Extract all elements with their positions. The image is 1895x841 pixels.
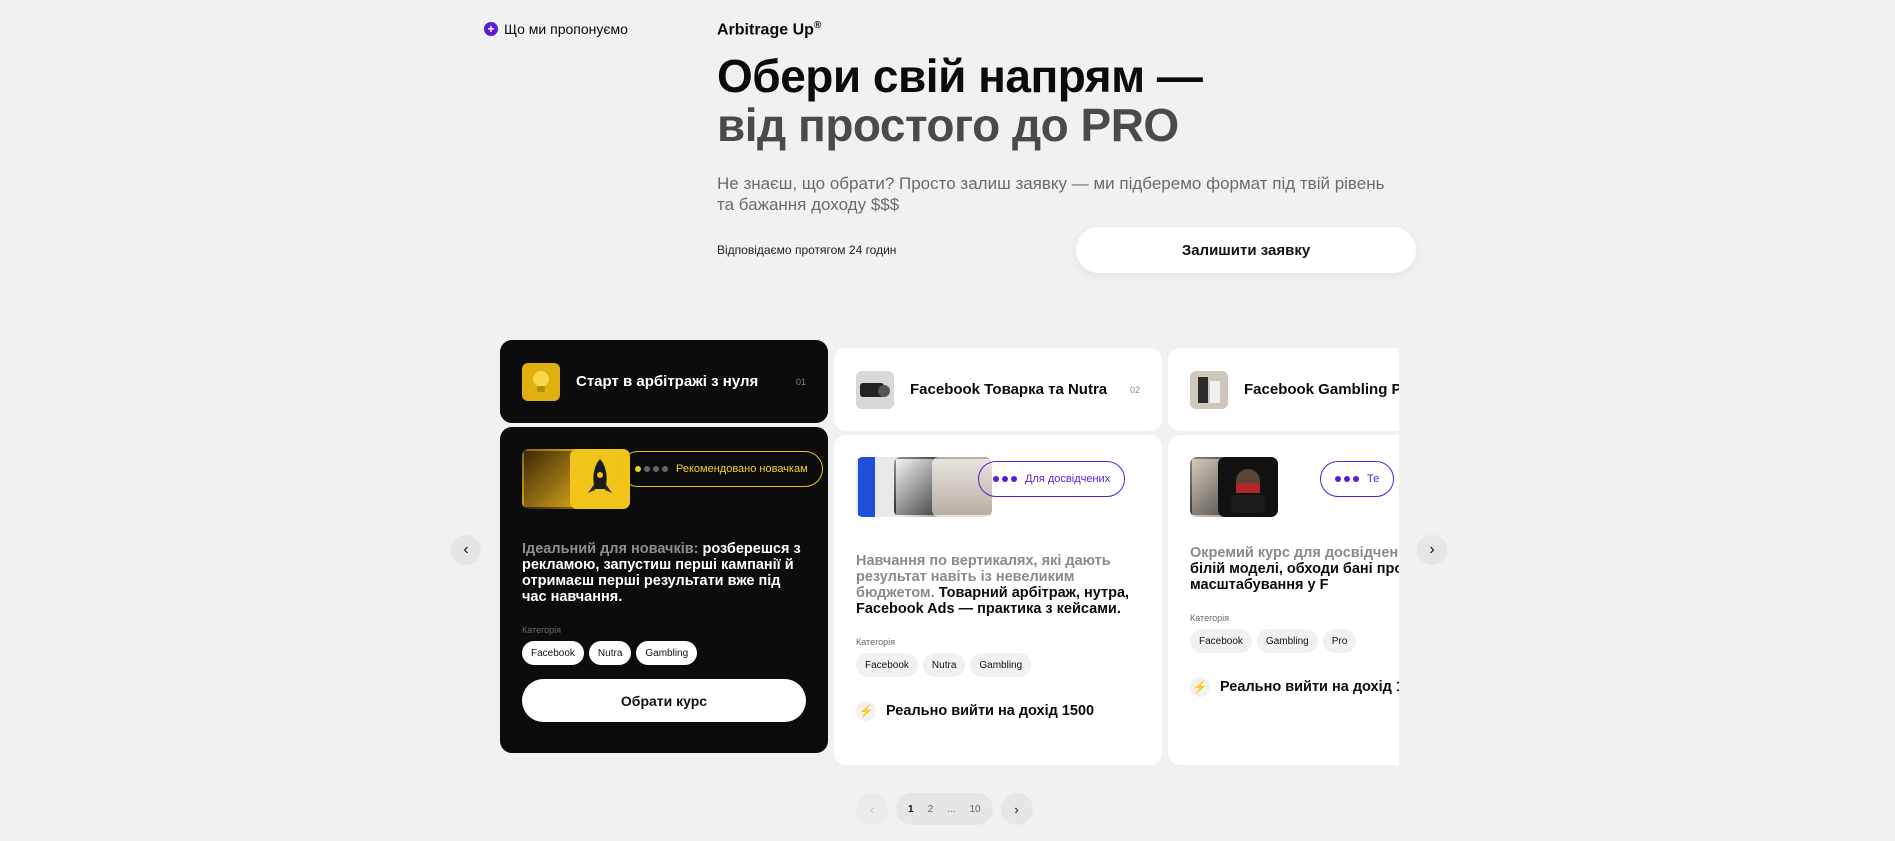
level-badge: Те — [1320, 461, 1395, 497]
response-note: Відповідаємо протягом 24 годин — [717, 243, 897, 257]
category-chips: Facebook Nutra Gambling — [856, 653, 1140, 677]
income-line: ⚡ Реально вийти на дохід 1500 — [856, 701, 1140, 721]
page-link-1[interactable]: 1 — [908, 804, 914, 815]
course-carousel: Старт в арбітражі з нуля 01 Рекомендован… — [500, 340, 1399, 765]
course-description: Окремий курс для досвідчених сірій/білій… — [1190, 545, 1399, 593]
lightning-icon: ⚡ — [1190, 677, 1210, 697]
category-chip: Gambling — [970, 653, 1032, 677]
category-chips: Facebook Gambling Pro — [1190, 629, 1399, 653]
course-card-header[interactable]: Старт в арбітражі з нуля 01 — [500, 340, 828, 423]
pagination-prev-button[interactable]: ‹ — [856, 793, 888, 825]
categories-label: Категорія — [856, 637, 896, 647]
course-number: 01 — [795, 376, 806, 387]
category-chip: Gambling — [636, 641, 698, 665]
section-eyebrow: + Що ми пропонуємо — [484, 21, 628, 37]
course-title: Старт в арбітражі з нуля — [576, 373, 759, 390]
course-title: Facebook Товарка та Nutra — [910, 381, 1108, 398]
course-thumbnail — [522, 362, 560, 401]
course-card-header[interactable]: Facebook Gambling Pro — [1168, 348, 1399, 431]
page-title-line-2: від простого до PRO — [717, 99, 1179, 151]
choose-course-button[interactable]: Обрати курс — [522, 679, 806, 722]
pagination-pages: 1 2 ... 10 — [896, 793, 993, 825]
course-description: Ідеальний для новачків: розберешся з рек… — [522, 541, 801, 605]
experienced-badge: Для досвідчених — [978, 461, 1126, 497]
page-title-line-1: Обери свій напрям — — [717, 50, 1203, 102]
carousel-prev-button[interactable]: ‹ — [451, 535, 481, 565]
course-number: 02 — [1129, 384, 1140, 395]
course-thumbnail — [856, 370, 894, 409]
leave-request-button[interactable]: Залишити заявку — [1076, 227, 1416, 273]
category-chip: Pro — [1322, 629, 1357, 653]
level-dots-icon — [635, 466, 668, 472]
level-dots-icon — [1335, 476, 1359, 482]
page-ellipsis: ... — [947, 803, 956, 815]
brand-name: Arbitrage Up® — [717, 20, 822, 39]
page-link-10[interactable]: 10 — [969, 804, 980, 815]
income-line: ⚡ Реально вийти на дохід 150 — [1190, 677, 1399, 697]
rocket-image — [570, 449, 630, 509]
chevron-right-icon: › — [1429, 541, 1435, 558]
category-chip: Nutra — [588, 641, 632, 665]
category-chips: Facebook Nutra Gambling — [522, 641, 806, 665]
recommended-badge: Рекомендовано новачкам — [620, 451, 823, 487]
plus-icon: + — [484, 22, 498, 36]
lightning-icon: ⚡ — [856, 701, 876, 721]
course-card-header[interactable]: Facebook Товарка та Nutra 02 — [834, 348, 1162, 431]
pagination-next-button[interactable]: › — [1000, 793, 1033, 825]
categories-label: Категорія — [522, 625, 562, 635]
course-thumbnail — [1190, 370, 1228, 409]
category-chip: Nutra — [922, 653, 966, 677]
category-chip: Facebook — [522, 641, 584, 665]
categories-label: Категорія — [1190, 613, 1230, 623]
page-link-2[interactable]: 2 — [928, 804, 934, 815]
level-dots-icon — [993, 476, 1017, 482]
category-chip: Gambling — [1256, 629, 1318, 653]
portrait-image — [1218, 457, 1278, 517]
carousel-next-button[interactable]: › — [1417, 535, 1447, 565]
page-subtitle: Не знаєш, що обрати? Просто залиш заявку… — [717, 174, 1385, 214]
eyebrow-label: Що ми пропонуємо — [504, 21, 628, 37]
course-description: Навчання по вертикалях, які дають резуль… — [856, 553, 1130, 617]
category-chip: Facebook — [856, 653, 918, 677]
pagination: ‹ 1 2 ... 10 › — [856, 793, 1033, 825]
course-card-body: Те Окремий курс для досвідчених сірій/бі… — [1168, 435, 1399, 765]
category-chip: Facebook — [1190, 629, 1252, 653]
chevron-left-icon: ‹ — [463, 541, 469, 558]
course-card-body: Для досвідчених Навчання по вертикалях, … — [834, 435, 1162, 765]
course-card-body: Рекомендовано новачкам Ідеальний для нов… — [500, 427, 828, 753]
page-title: Обери свій напрям — від простого до PRO — [717, 50, 1203, 151]
course-title: Facebook Gambling Pro — [1244, 381, 1399, 398]
